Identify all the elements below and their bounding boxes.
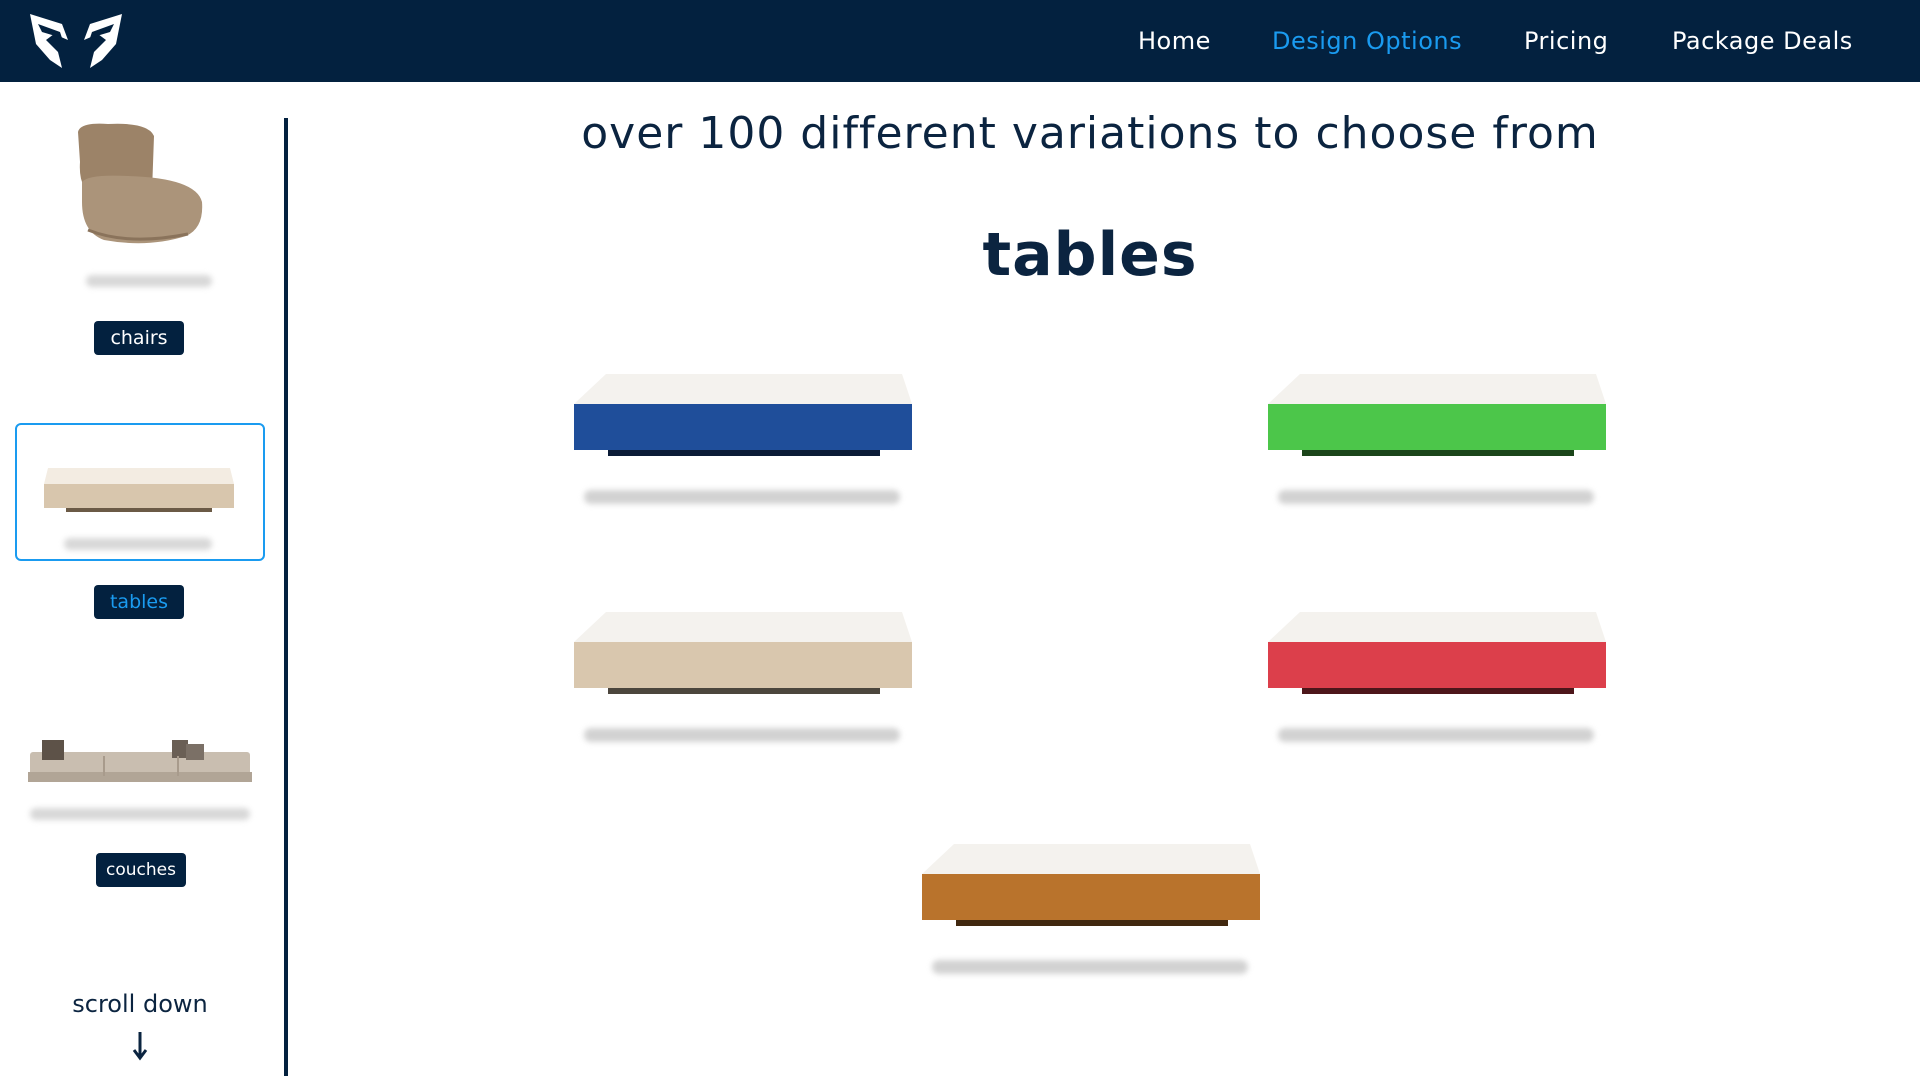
chair-icon[interactable]	[68, 122, 210, 254]
table-name-placeholder	[584, 490, 900, 504]
table-variation-1[interactable]	[572, 372, 914, 458]
nav-pricing[interactable]: Pricing	[1524, 0, 1608, 82]
table-icon	[44, 468, 234, 512]
arrow-down-icon[interactable]	[132, 1030, 148, 1062]
scroll-down-hint: scroll down	[72, 990, 208, 1018]
table-variation-3[interactable]	[572, 610, 914, 696]
table-name-placeholder	[1278, 490, 1594, 504]
table-name-placeholder	[932, 960, 1248, 974]
table-variation-2[interactable]	[1266, 372, 1608, 458]
sidebar-divider	[284, 118, 288, 1076]
sidebar-item-tables[interactable]: tables	[94, 585, 184, 619]
wings-logo-icon[interactable]	[28, 10, 124, 72]
table-name-placeholder	[584, 728, 900, 742]
page-headline: over 100 different variations to choose …	[581, 108, 1599, 159]
top-navigation-bar: Home Design Options Pricing Package Deal…	[0, 0, 1920, 82]
nav-home[interactable]: Home	[1138, 0, 1211, 82]
nav-package-deals[interactable]: Package Deals	[1672, 0, 1853, 82]
couch-icon[interactable]	[28, 736, 252, 788]
table-name-placeholder	[64, 538, 212, 550]
table-variation-5[interactable]	[920, 842, 1262, 928]
couch-name-placeholder	[30, 808, 250, 820]
category-title: tables	[982, 220, 1198, 290]
table-variation-4[interactable]	[1266, 610, 1608, 696]
sidebar-item-couches[interactable]: couches	[96, 853, 186, 887]
sidebar-item-chairs[interactable]: chairs	[94, 321, 184, 355]
nav-design-options[interactable]: Design Options	[1272, 0, 1462, 82]
table-name-placeholder	[1278, 728, 1594, 742]
chair-name-placeholder	[86, 275, 212, 287]
